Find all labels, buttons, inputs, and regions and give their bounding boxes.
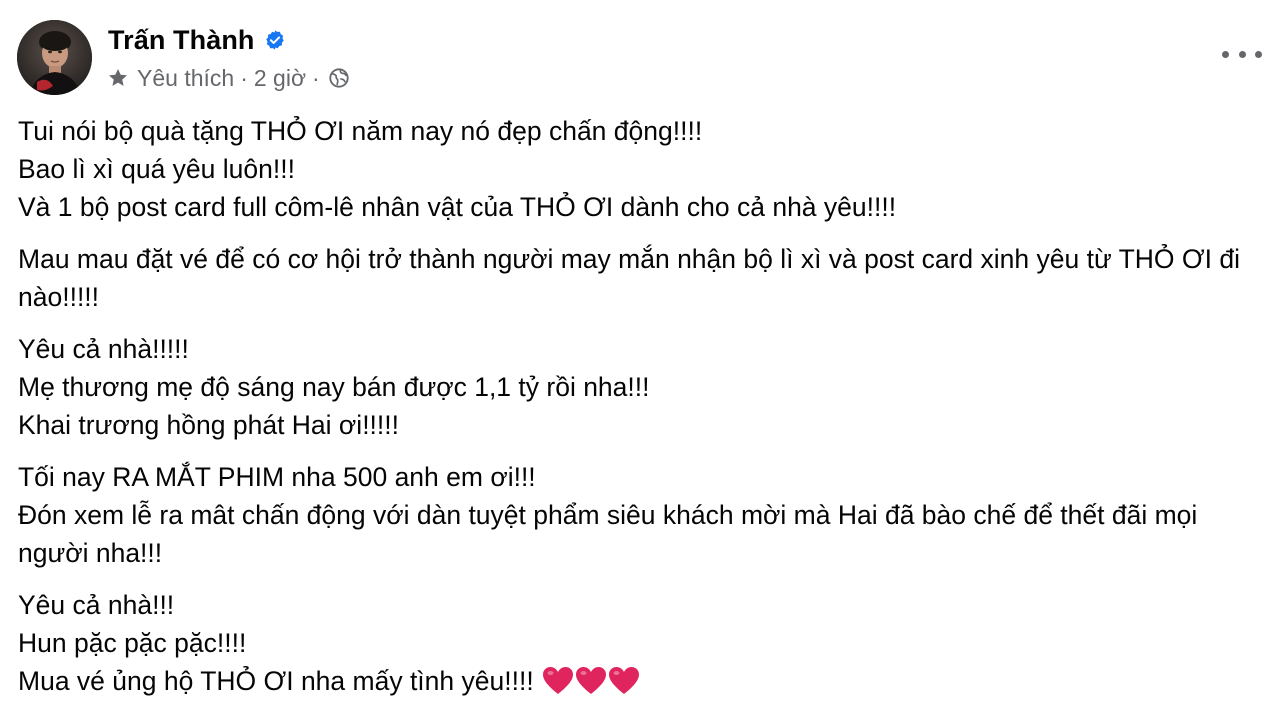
post-body: Tui nói bộ quà tặng THỎ ƠI năm nay nó đẹ… (18, 112, 1263, 704)
avatar-photo (17, 20, 92, 95)
post-line: Tui nói bộ quà tặng THỎ ƠI năm nay nó đẹ… (18, 116, 703, 146)
post-line-with-hearts: Mua vé ủng hộ THỎ ƠI nha mấy tình yêu!!!… (18, 662, 1263, 700)
post-line: Hun pặc pặc pặc!!!! (18, 628, 247, 658)
red-heart-icon (542, 667, 573, 694)
post-line: Yêu cả nhà!!!!! (18, 334, 189, 364)
post-line: Mua vé ủng hộ THỎ ƠI nha mấy tình yêu!!!… (18, 666, 534, 696)
red-heart-icon (575, 667, 606, 694)
post-time[interactable]: 2 giờ (254, 65, 306, 92)
meta-separator: · (240, 64, 248, 91)
post-header: Trấn Thành Yêu thích · 2 giờ · (0, 0, 1280, 110)
favorite-label[interactable]: Yêu thích (137, 65, 234, 92)
post-paragraph: Tui nói bộ quà tặng THỎ ƠI năm nay nó đẹ… (18, 112, 1263, 226)
more-dot (1238, 50, 1246, 58)
globe-icon[interactable] (328, 67, 350, 89)
post-line: Khai trương hồng phát Hai ơi!!!!! (18, 410, 400, 440)
more-options-icon[interactable] (1222, 38, 1262, 70)
post-paragraph: Tối nay RA MẮT PHIM nha 500 anh em ơi!!!… (18, 458, 1263, 572)
red-heart-icon (608, 667, 639, 694)
meta-separator: · (312, 64, 320, 91)
post-line: Đón xem lễ ra mât chấn động với dàn tuyệ… (18, 500, 1198, 568)
post-paragraph: Yêu cả nhà!!! Hun pặc pặc pặc!!!! Mua vé… (18, 586, 1263, 700)
author-avatar[interactable] (17, 20, 92, 95)
star-icon (109, 69, 127, 86)
more-dot (1255, 50, 1262, 58)
author-line: Trấn Thành (108, 22, 286, 58)
hearts-group (542, 666, 641, 696)
post-line: Mau mau đặt vé để có cơ hội trở thành ng… (18, 244, 1240, 312)
post-line: Mẹ thương mẹ độ sáng nay bán được 1,1 tỷ… (18, 372, 650, 402)
more-dot (1222, 50, 1229, 58)
post-paragraph: Yêu cả nhà!!!!! Mẹ thương mẹ độ sáng nay… (18, 330, 1263, 444)
verified-badge-icon (264, 29, 286, 51)
author-name[interactable]: Trấn Thành (108, 25, 255, 56)
post-line: Tối nay RA MẮT PHIM nha 500 anh em ơi!!! (18, 462, 536, 492)
post-meta: Yêu thích · 2 giờ · (107, 62, 350, 94)
post-line: Bao lì xì quá yêu luôn!!! (18, 154, 295, 184)
post-line: Và 1 bộ post card full côm-lê nhân vật c… (18, 192, 897, 222)
post-paragraph: Mau mau đặt vé để có cơ hội trở thành ng… (18, 240, 1263, 316)
post-line: Yêu cả nhà!!! (18, 590, 175, 620)
